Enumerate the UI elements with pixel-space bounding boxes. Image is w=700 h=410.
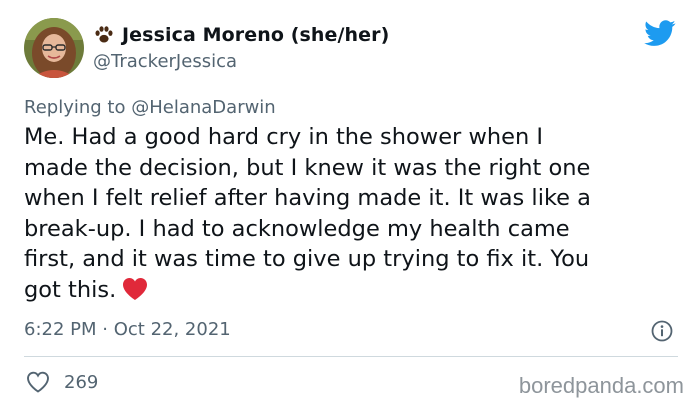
meta-separator: · <box>102 319 108 340</box>
tweet-line: break-up. I had to acknowledge my health… <box>24 215 570 242</box>
tweet-text: Me. Had a good hard cry in the shower wh… <box>24 122 674 305</box>
tweet-line: first, and it was time to give up trying… <box>24 246 590 272</box>
like-button[interactable]: 269 <box>26 371 98 393</box>
tweet-time[interactable]: 6:22 PM <box>24 319 97 340</box>
tweet-timestamp[interactable]: 6:22 PM · Oct 22, 2021 <box>24 319 231 340</box>
twitter-bird-icon[interactable] <box>644 20 676 47</box>
mention-link[interactable]: @HelanaDarwin <box>131 97 276 118</box>
tweet-date[interactable]: Oct 22, 2021 <box>114 319 231 340</box>
avatar-photo <box>24 18 84 78</box>
avatar[interactable] <box>24 18 84 78</box>
tweet-line: made the decision, but I knew it was the… <box>24 154 591 181</box>
tweet-line: got this. <box>24 276 117 303</box>
tweet-last-line: got this. <box>24 275 674 306</box>
tweet-line: when I felt relief after having made it.… <box>24 185 591 211</box>
red-heart-emoji-icon <box>123 277 148 300</box>
replying-to-label: Replying to <box>24 97 126 118</box>
display-name[interactable]: Jessica Moreno (she/her) <box>122 24 389 46</box>
tweet-line: Me. Had a good hard cry in the shower wh… <box>24 124 544 150</box>
heart-outline-icon[interactable] <box>26 371 50 393</box>
paw-print-icon <box>95 26 113 43</box>
info-icon[interactable] <box>651 320 673 342</box>
replying-to: Replying to @HelanaDarwin <box>24 97 276 118</box>
watermark: boredpanda.com <box>518 373 684 398</box>
author-name-row[interactable]: Jessica Moreno (she/her) <box>93 22 389 48</box>
divider <box>24 356 678 357</box>
user-handle[interactable]: @TrackerJessica <box>93 51 237 72</box>
like-count: 269 <box>64 371 99 393</box>
